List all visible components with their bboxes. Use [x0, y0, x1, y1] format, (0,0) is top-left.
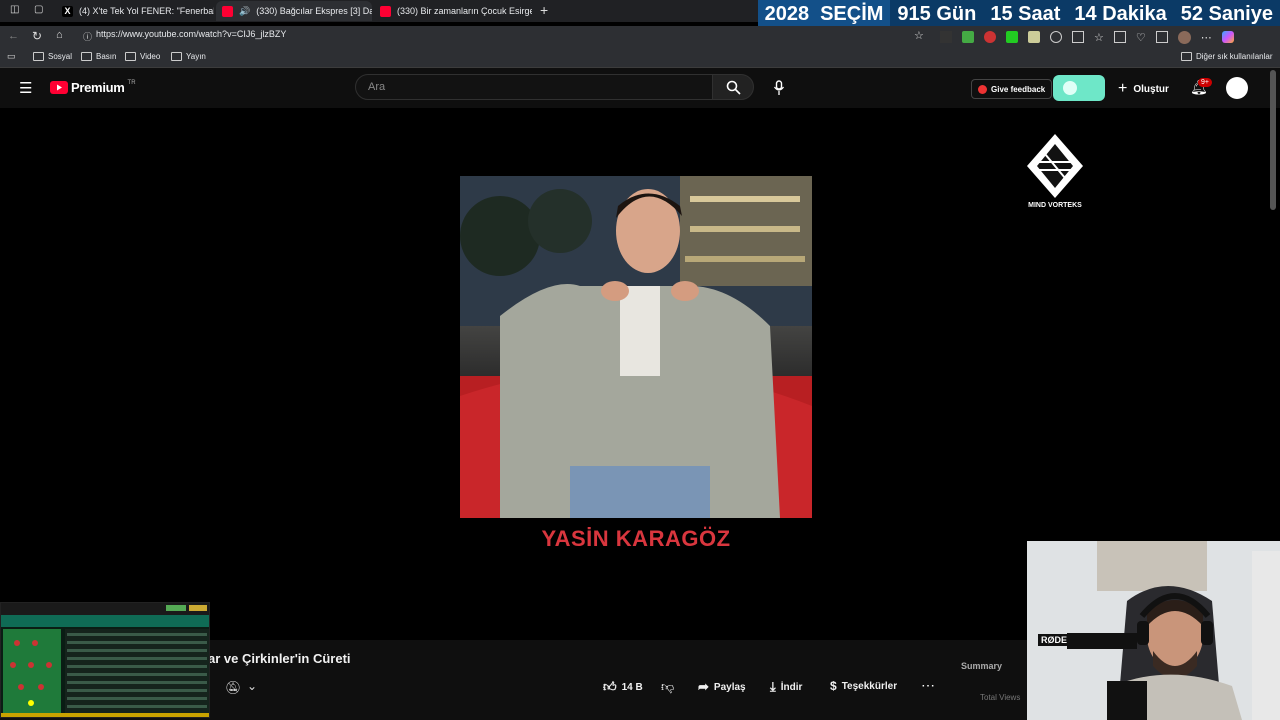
extension-icons: ☆ ♡ ⋯ — [940, 31, 1234, 44]
bookmark-folder-sosyal[interactable]: Sosyal — [33, 52, 72, 61]
extension-icon[interactable] — [984, 31, 996, 43]
mind-vorteks-logo-icon — [1027, 134, 1083, 198]
thanks-icon: $ — [830, 679, 837, 693]
microphone-icon[interactable] — [773, 80, 785, 96]
profile-avatar-icon[interactable] — [1177, 31, 1191, 44]
countdown-seconds: 52 Saniye — [1180, 2, 1273, 25]
bookmarks-bar: ▭ Sosyal Basın Video Yayın Diğer sık kul… — [0, 48, 1280, 68]
extension-icon[interactable] — [940, 31, 952, 43]
bookmark-folder-video[interactable]: Video — [125, 52, 160, 61]
search-placeholder: Ara — [368, 81, 386, 93]
reload-icon[interactable]: ↻ — [32, 29, 42, 43]
screenshot-icon[interactable] — [1155, 31, 1168, 43]
youtube-icon — [380, 5, 391, 17]
download-icon: ⤓ — [770, 679, 776, 694]
notifications-off-icon[interactable]: 🔕︎ — [225, 680, 242, 696]
thanks-button[interactable]: $ Teşekkürler — [830, 679, 897, 693]
countdown-label: SEÇİM — [816, 0, 891, 28]
browser-menu-icon[interactable]: ◫ — [10, 4, 19, 15]
extension-icon[interactable] — [962, 31, 974, 43]
x-icon: X — [62, 5, 73, 17]
copilot-icon[interactable] — [1221, 31, 1234, 43]
folder-icon — [81, 52, 92, 61]
youtube-play-icon — [50, 81, 68, 94]
extension-icon[interactable] — [1006, 31, 1018, 43]
home-icon[interactable]: ⌂ — [56, 29, 63, 41]
youtube-icon — [222, 5, 233, 17]
total-views-label: Total Views — [980, 693, 1021, 702]
create-button[interactable]: + Oluştur — [1118, 80, 1169, 98]
region-label: TR — [127, 80, 136, 86]
favorites-icon[interactable]: ☆ — [1094, 31, 1104, 44]
site-info-icon[interactable]: ⓘ — [83, 30, 92, 43]
person-photo — [460, 176, 812, 518]
tab-x-fener[interactable]: X (4) X'te Tek Yol FENER: "Fenerbah × — [56, 1, 214, 21]
more-actions-icon[interactable]: ⋯ — [921, 677, 935, 694]
person-name-caption: YASİN KARAGÖZ — [541, 526, 731, 551]
url-text[interactable]: https://www.youtube.com/watch?v=CIJ6_jlz… — [96, 29, 286, 39]
folder-icon — [125, 52, 136, 61]
logo-text: Premium — [71, 80, 125, 95]
countdown-hours: 15 Saat — [990, 2, 1061, 25]
reading-list-icon[interactable]: ▭ — [7, 51, 16, 62]
person-photo-image — [460, 176, 812, 518]
tab-overview-icon[interactable]: ▢ — [34, 4, 43, 15]
favorite-star-icon[interactable]: ☆ — [914, 29, 924, 42]
account-avatar[interactable] — [1226, 77, 1248, 99]
page-scrollbar[interactable] — [1270, 70, 1276, 210]
chevron-down-icon[interactable]: ⌄ — [247, 679, 257, 693]
webcam-overlay — [1027, 541, 1280, 720]
share-icon: ➦ — [698, 679, 709, 694]
collections-icon[interactable] — [1113, 31, 1126, 43]
hamburger-menu-icon[interactable]: ☰ — [19, 79, 32, 97]
share-button[interactable]: ➦ Paylaş — [698, 679, 746, 695]
webcam-image — [1027, 541, 1280, 720]
bookmark-folder-yayin[interactable]: Yayın — [171, 52, 206, 61]
microphone-brand-label: RØDE — [1038, 634, 1071, 646]
search-icon — [726, 80, 741, 95]
folder-icon — [33, 52, 44, 61]
summary-label: Summary — [961, 661, 1003, 671]
download-button[interactable]: ⤓ İndir — [770, 679, 802, 695]
football-manager-screen-image — [1, 603, 209, 717]
tab-cocuk-esirgeme[interactable]: (330) Bir zamanların Çocuk Esirge × — [374, 1, 532, 21]
health-icon[interactable]: ♡ — [1136, 31, 1146, 44]
folder-icon — [171, 52, 182, 61]
countdown-minutes: 14 Dakika — [1074, 2, 1167, 25]
feedback-icon — [978, 84, 987, 94]
bookmark-folder-basin[interactable]: Basın — [81, 52, 116, 61]
extension-icon[interactable] — [1050, 31, 1062, 43]
video-title: ar ve Çirkinler'in Cüreti — [208, 651, 351, 666]
split-screen-icon[interactable] — [1072, 31, 1084, 43]
brand-name: MIND VORTEKS — [1028, 202, 1082, 209]
back-icon[interactable]: ← — [8, 30, 19, 42]
give-feedback-button[interactable]: Give feedback — [971, 79, 1053, 99]
folder-icon — [1181, 52, 1192, 61]
thumbs-up-icon: 👍︎ — [603, 679, 617, 694]
menu-dots-icon[interactable]: ⋯ — [1201, 31, 1212, 44]
plus-icon: + — [1118, 80, 1128, 97]
game-overlay-thumbnail — [0, 602, 210, 718]
speaker-icon[interactable]: 🔊 — [239, 6, 250, 17]
tab-title: (330) Bağcılar Ekspres [3] Da — [256, 6, 372, 16]
youtube-logo[interactable]: Premium TR — [50, 80, 136, 95]
other-bookmarks[interactable]: Diğer sık kullanılanlar — [1181, 52, 1272, 61]
tab-bagcilar-ekspres[interactable]: 🔊 (330) Bağcılar Ekspres [3] Da × — [216, 1, 372, 21]
brand-logo: MIND VORTEKS — [1012, 132, 1098, 209]
tab-title: (4) X'te Tek Yol FENER: "Fenerbah — [79, 6, 214, 16]
tab-title: (330) Bir zamanların Çocuk Esirge — [397, 6, 532, 16]
notification-count-badge: 9+ — [1198, 78, 1212, 87]
like-button[interactable]: 👍︎ 14 B — [603, 679, 643, 695]
search-button[interactable] — [712, 74, 754, 100]
thumbs-down-icon[interactable]: 👎︎ — [661, 679, 674, 695]
search-input[interactable] — [355, 74, 713, 100]
election-countdown-banner: 2028 SEÇİM 915 Gün 15 Saat 14 Dakika 52 … — [757, 0, 1280, 28]
theme-toggle[interactable] — [1053, 75, 1105, 101]
new-tab-icon[interactable]: + — [540, 2, 548, 18]
extension-icon[interactable] — [1028, 31, 1040, 43]
countdown-days: 915 Gün — [897, 2, 977, 25]
countdown-year: 2028 — [757, 0, 817, 28]
